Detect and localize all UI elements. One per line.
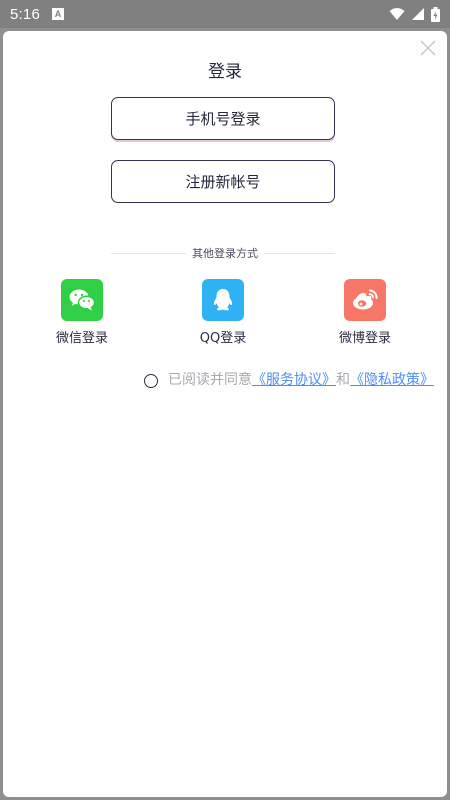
- qq-icon: [202, 279, 244, 321]
- agreement-and: 和: [336, 372, 350, 388]
- status-icons: [389, 6, 440, 22]
- weibo-login[interactable]: 微博登录: [325, 279, 405, 346]
- register-button[interactable]: 注册新帐号: [111, 160, 335, 203]
- agreement-row: 已阅读并同意 《服务协议》 和 《隐私政策》: [144, 369, 434, 389]
- qq-login[interactable]: QQ登录: [183, 279, 263, 346]
- weibo-icon: [344, 279, 386, 321]
- a-notification-icon: A: [52, 8, 64, 20]
- login-dialog: 登录 手机号登录 注册新帐号 其他登录方式 微信登录 QQ登录 微博登录 已阅读…: [3, 31, 447, 797]
- wechat-icon: [61, 279, 103, 321]
- battery-icon: [431, 6, 440, 22]
- privacy-policy-link[interactable]: 《隐私政策》: [350, 369, 434, 389]
- other-login-label: 其他登录方式: [3, 245, 447, 261]
- dialog-title: 登录: [208, 62, 242, 82]
- status-bar: 5:16 A: [0, 0, 450, 28]
- service-agreement-link[interactable]: 《服务协议》: [252, 369, 336, 389]
- signal-icon: [412, 8, 424, 20]
- wifi-icon: [389, 8, 405, 20]
- qq-login-label: QQ登录: [199, 331, 247, 346]
- phone-login-button[interactable]: 手机号登录: [111, 97, 335, 140]
- wechat-login-label: 微信登录: [55, 331, 108, 346]
- wechat-login[interactable]: 微信登录: [42, 279, 122, 346]
- agreement-radio[interactable]: [144, 374, 158, 388]
- close-icon[interactable]: [419, 39, 437, 57]
- weibo-login-label: 微博登录: [338, 331, 391, 346]
- status-time: 5:16: [10, 5, 40, 23]
- agreement-prefix: 已阅读并同意: [168, 372, 252, 388]
